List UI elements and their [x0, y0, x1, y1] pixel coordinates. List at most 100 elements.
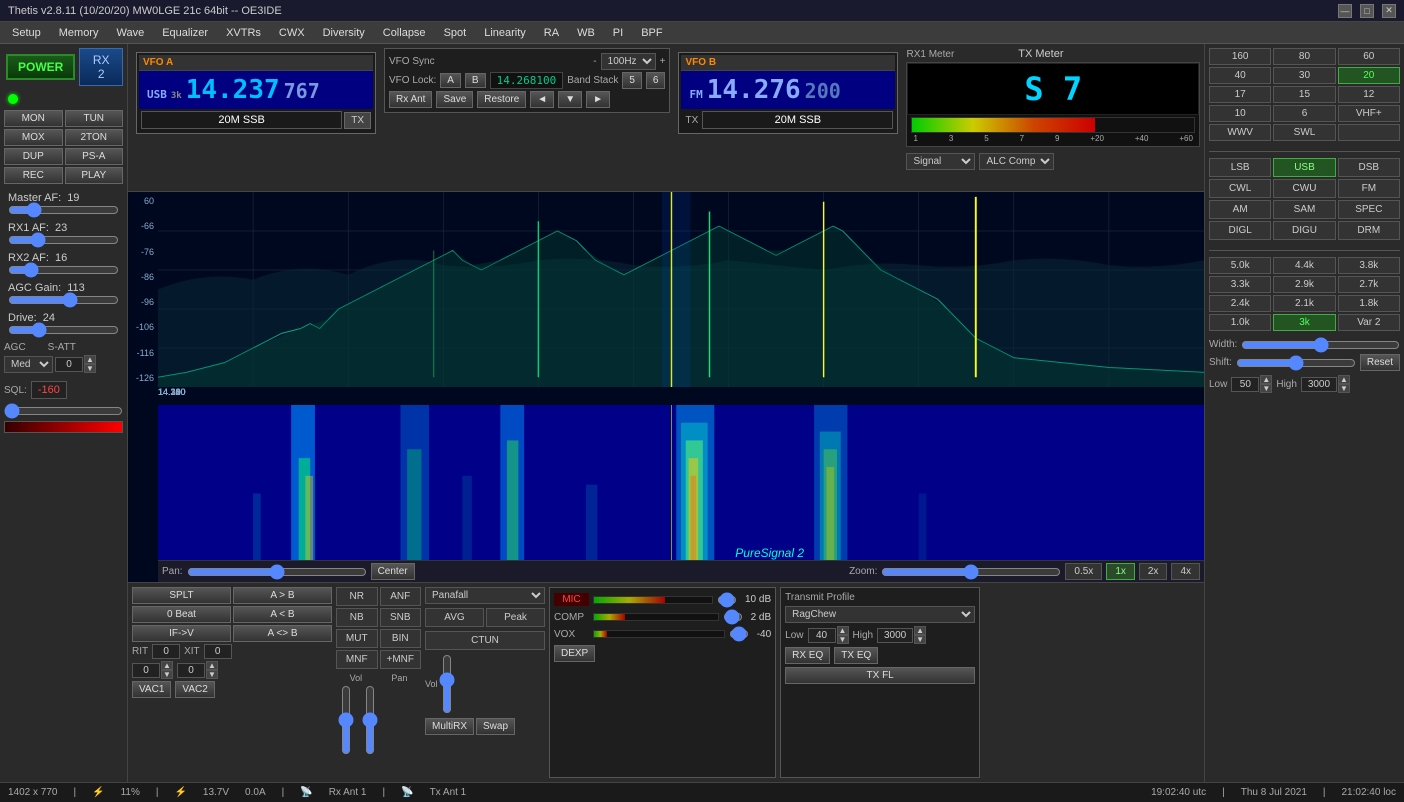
band-vhf[interactable]: VHF+ [1338, 105, 1400, 122]
mode-spec[interactable]: SPEC [1338, 200, 1400, 219]
nav-down-button[interactable]: ▼ [558, 91, 582, 108]
band-160[interactable]: 160 [1209, 48, 1271, 65]
zoom-4-button[interactable]: 4x [1171, 563, 1200, 580]
if-v-button[interactable]: IF->V [132, 625, 231, 642]
minimize-button[interactable]: — [1338, 4, 1352, 18]
high-down[interactable]: ▼ [914, 635, 926, 644]
signal-select[interactable]: Signal Ref Level [906, 153, 975, 170]
low-up[interactable]: ▲ [837, 626, 849, 635]
save-button[interactable]: Save [436, 91, 473, 108]
dup-button[interactable]: DUP [4, 148, 63, 165]
mic-slider[interactable] [717, 594, 737, 606]
menu-item-xvtrs[interactable]: XVTRs [218, 25, 269, 41]
mode-digl[interactable]: DIGL [1209, 221, 1271, 240]
vox-slider[interactable] [729, 628, 749, 640]
low-down[interactable]: ▼ [837, 635, 849, 644]
mode-sam[interactable]: SAM [1273, 200, 1335, 219]
tune-step-select[interactable]: 100Hz 1kHz 10kHz [601, 53, 656, 70]
rit-down[interactable]: ▼ [161, 670, 173, 679]
vfo-b-freq-sub[interactable]: 200 [805, 79, 841, 103]
band-6-button[interactable]: 6 [646, 72, 666, 89]
filter-21k[interactable]: 2.1k [1273, 295, 1335, 312]
band-12[interactable]: 12 [1338, 86, 1400, 103]
mnf-button[interactable]: MNF [336, 650, 378, 669]
satt-up-button[interactable]: ▲ [84, 355, 96, 364]
rit-up[interactable]: ▲ [161, 661, 173, 670]
rx2-button[interactable]: RX 2 [79, 48, 123, 86]
menu-item-ra[interactable]: RA [536, 25, 567, 41]
mode-dsb[interactable]: DSB [1338, 158, 1400, 177]
filter-1k[interactable]: 1.0k [1209, 314, 1271, 331]
menu-item-linearity[interactable]: Linearity [476, 25, 534, 41]
avg-button[interactable]: AVG [425, 608, 484, 627]
menu-item-wb[interactable]: WB [569, 25, 603, 41]
spectrum-display[interactable]: 60 -66 -76 -86 -96 -106 -116 -126 [128, 192, 1204, 582]
vol-slider[interactable] [339, 685, 353, 755]
pan-vertical-slider[interactable] [363, 685, 377, 755]
rec-button[interactable]: REC [4, 167, 63, 184]
menu-item-pi[interactable]: PI [605, 25, 631, 41]
satt-down-button[interactable]: ▼ [84, 364, 96, 373]
menu-item-setup[interactable]: Setup [4, 25, 49, 41]
nr-button[interactable]: NR [336, 587, 378, 606]
filter-5k[interactable]: 5.0k [1209, 257, 1271, 274]
mode-am[interactable]: AM [1209, 200, 1271, 219]
filter-high-down[interactable]: ▼ [1338, 384, 1350, 393]
peak-button[interactable]: Peak [486, 608, 545, 627]
play-button[interactable]: PLAY [65, 167, 124, 184]
band-60[interactable]: 60 [1338, 48, 1400, 65]
tx-fl-button[interactable]: TX FL [785, 667, 975, 684]
menu-item-cwx[interactable]: CWX [271, 25, 313, 41]
filter-high-input[interactable] [1301, 377, 1337, 392]
filter-27k[interactable]: 2.7k [1338, 276, 1400, 293]
close-button[interactable]: ✕ [1382, 4, 1396, 18]
zero-beat-button[interactable]: 0 Beat [132, 606, 231, 623]
rx2-af-slider[interactable] [8, 264, 119, 276]
rx-eq-button[interactable]: RX EQ [785, 647, 830, 664]
nav-left-button[interactable]: ◄ [530, 91, 554, 108]
dexp-button[interactable]: DEXP [554, 645, 595, 662]
splt-button[interactable]: SPLT [132, 587, 231, 604]
filter-low-input[interactable] [1231, 377, 1259, 392]
filter-var2[interactable]: Var 2 [1338, 314, 1400, 331]
agc-gain-slider[interactable] [8, 294, 119, 306]
filter-low-up[interactable]: ▲ [1260, 375, 1272, 384]
nav-right-button[interactable]: ► [586, 91, 610, 108]
rx1-af-slider[interactable] [8, 234, 119, 246]
drive-slider[interactable] [8, 324, 119, 336]
vfo-a-tx-button[interactable]: TX [344, 112, 371, 129]
mode-drm[interactable]: DRM [1338, 221, 1400, 240]
mode-cwu[interactable]: CWU [1273, 179, 1335, 198]
zoom-2-button[interactable]: 2x [1139, 563, 1168, 580]
mut-button[interactable]: MUT [336, 629, 378, 648]
band-wwv[interactable]: WWV [1209, 124, 1271, 141]
panafall-select[interactable]: Panafall Panadapter Waterfall [425, 587, 545, 604]
xit-down[interactable]: ▼ [206, 670, 218, 679]
filter-18k[interactable]: 1.8k [1338, 295, 1400, 312]
anf-button[interactable]: ANF [380, 587, 422, 606]
zoom-1-button[interactable]: 1x [1106, 563, 1135, 580]
alc-comp-select[interactable]: ALC Comp ALC [979, 153, 1054, 170]
mode-digu[interactable]: DIGU [1273, 221, 1335, 240]
band-swl[interactable]: SWL [1273, 124, 1335, 141]
band-30[interactable]: 30 [1273, 67, 1335, 84]
menu-item-equalizer[interactable]: Equalizer [154, 25, 216, 41]
agc-select[interactable]: Med Fast Slow Long [4, 356, 53, 373]
vfo-a-freq-main[interactable]: 14.237 [186, 75, 280, 105]
psa-button[interactable]: PS-A [65, 148, 124, 165]
nb-button[interactable]: NB [336, 608, 378, 627]
shift-slider[interactable] [1236, 358, 1356, 368]
ctun-button[interactable]: CTUN [425, 631, 545, 650]
rit-value[interactable] [152, 644, 180, 659]
low-input[interactable] [808, 628, 836, 643]
mode-usb[interactable]: USB [1273, 158, 1335, 177]
band-6[interactable]: 6 [1273, 105, 1335, 122]
menu-item-diversity[interactable]: Diversity [315, 25, 373, 41]
menu-item-memory[interactable]: Memory [51, 25, 107, 41]
band-20[interactable]: 20 [1338, 67, 1400, 84]
rx-ant-button[interactable]: Rx Ant [389, 91, 432, 108]
pan-slider[interactable] [187, 567, 367, 577]
filter-38k[interactable]: 3.8k [1338, 257, 1400, 274]
zoom-05-button[interactable]: 0.5x [1065, 563, 1102, 580]
master-af-slider[interactable] [8, 204, 119, 216]
